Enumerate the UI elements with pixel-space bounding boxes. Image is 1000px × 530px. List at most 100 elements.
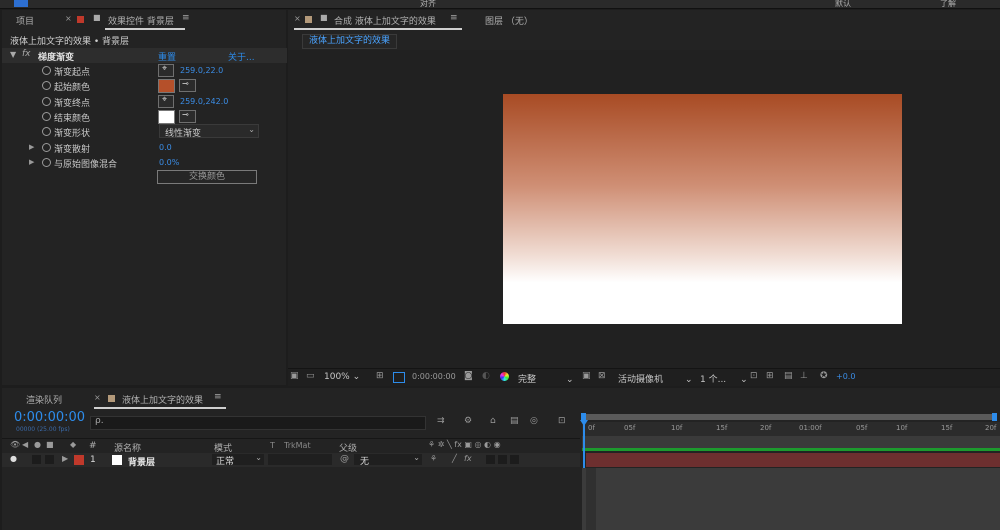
resolution-dropdown[interactable]: 完整 ⌄ [518,372,574,385]
motion-blur-icon[interactable]: ◎ [530,416,538,426]
expand-triangle-icon[interactable]: ▼ [10,50,16,59]
layer-name[interactable]: 背景层 [128,455,155,468]
toggle-view-icon[interactable]: ⊡ [750,371,758,381]
audio-switch[interactable] [32,455,41,464]
motion-blur-switch[interactable] [486,455,495,464]
camera-icon[interactable]: ◙ [464,371,473,381]
table-row[interactable]: ● ▶ 1 背景层 正常 ⌄ @ 无 ⌄ ⚘ ╱ fx [2,453,580,468]
panel-menu-icon[interactable]: ≡ [450,13,458,23]
tab-effect-controls[interactable]: 效果控件 背景层 [108,14,174,27]
effect-header-row[interactable]: ▼ fx 梯度渐变 重置 关于... [2,48,287,63]
panel-menu-icon[interactable]: ≡ [214,392,222,402]
stopwatch-icon[interactable] [42,66,51,75]
timeline-icon[interactable]: ▤ [784,371,793,381]
transparency-grid-icon[interactable] [393,372,405,383]
grid-toggle-icon[interactable]: ⊠ [598,371,606,381]
time-ruler[interactable] [582,422,1000,436]
swap-colors-button[interactable]: 交换颜色 [157,170,257,184]
stopwatch-icon[interactable] [42,158,51,167]
visibility-icon[interactable]: 👁 [10,440,20,449]
shape-dropdown[interactable]: 线性渐变 ⌄ [159,124,259,139]
always-preview-icon[interactable]: ▣ [290,371,299,381]
solo-icon[interactable]: ● [34,440,41,449]
tab-layer[interactable]: 图层 （无） [485,14,533,27]
prop-value[interactable]: 259.0,242.0 [180,97,228,106]
stopwatch-icon[interactable] [42,127,51,136]
prop-value[interactable]: 259.0,22.0 [180,66,223,75]
gradient-layer-canvas[interactable] [503,94,902,324]
quality-switch-icon[interactable]: ╱ [452,454,457,463]
stopwatch-icon[interactable] [42,112,51,121]
composition-viewer[interactable] [288,50,1000,368]
mode-dropdown[interactable]: 正常 ⌄ [212,453,264,467]
comp-flowchart-icon[interactable]: ⇉ [437,416,445,426]
show-channel-icon[interactable]: ◐ [482,371,490,381]
about-link[interactable]: 关于... [228,50,255,63]
3d-switch[interactable] [510,455,519,464]
stopwatch-icon[interactable] [42,97,51,106]
audio-icon[interactable]: ◀ [22,440,28,449]
crosshair-icon[interactable]: ⌖ [158,64,174,77]
sub-tab-composition[interactable]: 液体上加文字的效果 [302,34,398,49]
col-trkmat[interactable]: TrkMat [284,441,311,450]
eyedropper-icon[interactable]: ⊸ [179,79,196,92]
layer-duration-bar[interactable] [586,453,1000,467]
tab-composition[interactable]: 合成 液体上加文字的效果 [334,14,436,27]
adjustment-switch[interactable] [498,455,507,464]
visibility-eye-icon[interactable]: ● [10,454,17,463]
region-icon[interactable]: ⊞ [376,371,384,381]
views-dropdown[interactable]: 1 个... ⌄ [700,372,748,385]
solo-switch[interactable] [45,455,54,464]
playhead-icon[interactable] [580,420,588,426]
learn-workspace[interactable]: 了解 [940,0,956,9]
selection-tool-icon[interactable] [14,0,28,7]
lock-column-icon[interactable]: ■ [46,440,54,449]
draft-3d-icon[interactable]: ⚙ [464,416,472,426]
parent-dropdown[interactable]: 无 ⌄ [354,453,422,467]
label-tag-icon[interactable]: ◆ [70,440,76,449]
align-label[interactable]: 对齐 [420,0,436,9]
prop-value[interactable]: 0.0 [159,143,172,152]
close-icon[interactable]: × [94,393,101,402]
expand-triangle-icon[interactable]: ▶ [29,158,34,166]
frame-blending-icon[interactable]: ▤ [510,416,519,426]
close-icon[interactable]: × [294,14,301,23]
panel-menu-icon[interactable]: ≡ [182,13,190,23]
work-area-end-handle[interactable] [992,413,997,421]
expand-triangle-icon[interactable]: ▶ [62,454,68,463]
exposure-value[interactable]: +0.0 [836,372,855,381]
timeline-empty-area[interactable] [582,468,1000,530]
work-area-bar[interactable] [582,414,996,420]
prop-value[interactable]: 0.0% [159,158,179,167]
zoom-dropdown[interactable]: 100% ⌄ [324,372,360,382]
color-wheel-icon[interactable] [500,372,509,381]
layer-search-input[interactable]: ρ. [90,416,426,430]
layer-label-color[interactable] [74,455,84,465]
fx-icon[interactable]: fx [22,49,31,59]
timeline-timecode[interactable]: 0:00:00:00 [14,410,85,425]
tab-render-queue[interactable]: 渲染队列 [26,393,62,406]
end-color-swatch[interactable] [158,110,175,124]
stopwatch-icon[interactable] [42,143,51,152]
shy-layers-icon[interactable]: ⌂ [490,416,496,426]
roi-icon[interactable]: ▣ [582,371,591,381]
expand-triangle-icon[interactable]: ▶ [29,143,34,151]
stopwatch-icon[interactable] [42,81,51,90]
tab-project[interactable]: 项目 [16,14,34,27]
current-time[interactable]: 0:00:00:00 [412,372,456,381]
tab-timeline-comp[interactable]: 液体上加文字的效果 [122,393,203,406]
monitor-icon[interactable]: ▭ [306,371,315,381]
current-time-indicator[interactable] [583,422,585,468]
crosshair-icon[interactable]: ⌖ [158,95,174,108]
lock-icon[interactable]: ■ [320,13,328,22]
eyedropper-icon[interactable]: ⊸ [179,110,196,123]
default-workspace[interactable]: 默认 [835,0,851,9]
fx-switch-icon[interactable]: fx [464,454,472,463]
camera-dropdown[interactable]: 活动摄像机 ⌄ [618,372,693,385]
shy-switch-icon[interactable]: ⚘ [430,454,437,463]
graph-editor-icon[interactable]: ⊡ [558,416,566,426]
reset-link[interactable]: 重置 [158,50,176,63]
fast-preview-icon[interactable]: ⊞ [766,371,774,381]
pickwhip-icon[interactable]: @ [340,454,349,464]
flowchart-icon[interactable]: ⊥ [800,371,808,381]
